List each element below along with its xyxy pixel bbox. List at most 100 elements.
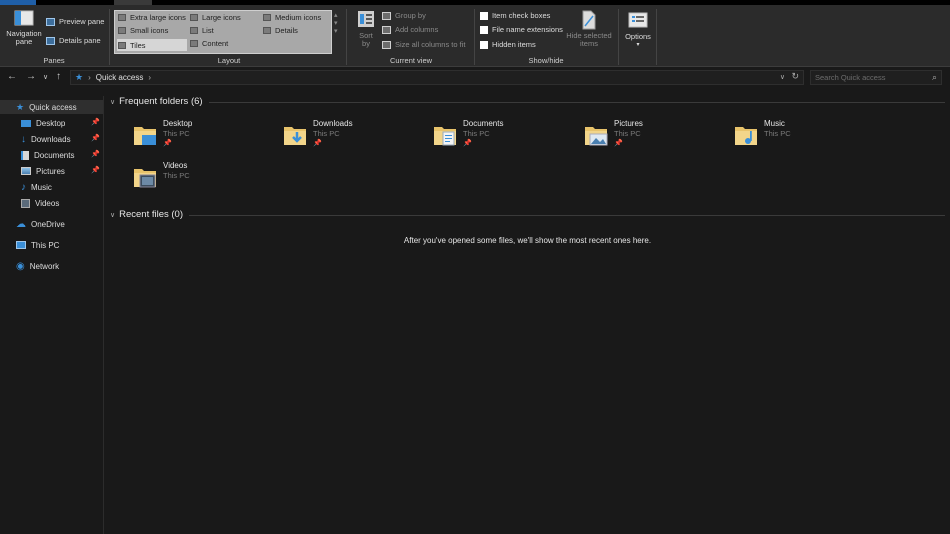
file-list-view: ∨ Frequent folders (6) Desktop This PC 📌… — [105, 86, 950, 534]
folder-location: This PC — [163, 171, 190, 180]
folder-tile-videos[interactable]: Videos This PC — [133, 161, 283, 201]
details-pane-label: Details pane — [59, 36, 101, 45]
breadcrumb-quick-access[interactable]: Quick access — [96, 73, 144, 82]
back-arrow-icon[interactable]: ← — [7, 71, 17, 82]
file-name-extensions-checkbox[interactable] — [480, 25, 488, 34]
sidebar-item-music[interactable]: ♪ Music — [21, 180, 104, 194]
breadcrumb-separator-icon[interactable]: › — [148, 73, 151, 82]
address-bar[interactable]: ★ › Quick access › ∨ ↻ — [70, 70, 804, 85]
sidebar-item-documents[interactable]: Documents 📌 — [21, 148, 104, 162]
current-view-group-label: Current view — [389, 56, 433, 65]
ribbon-separator — [109, 9, 110, 65]
hide-selected-items-button[interactable]: Hide selected items — [565, 10, 613, 48]
search-icon: ⌕ — [931, 72, 937, 82]
up-arrow-icon[interactable]: ↑ — [56, 71, 61, 82]
recent-locations-chevron-icon[interactable]: ∨ — [43, 73, 48, 81]
folder-location: This PC — [163, 129, 190, 138]
sidebar-item-network[interactable]: ◉ Network — [16, 259, 104, 273]
recent-files-empty-message: After you've opened some files, we'll sh… — [403, 236, 652, 245]
forward-arrow-icon[interactable]: → — [26, 71, 36, 82]
panes-group: Navigation pane Preview pane Details pan… — [0, 5, 108, 67]
preview-pane-label: Preview pane — [59, 17, 105, 26]
add-columns-icon — [382, 25, 391, 34]
videos-folder-icon — [134, 169, 156, 188]
folder-tile-documents[interactable]: Documents This PC 📌 — [433, 119, 583, 159]
frequent-folders-header[interactable]: ∨ Frequent folders (6) — [110, 96, 203, 107]
pictures-folder-icon — [585, 127, 608, 146]
group-by-button[interactable]: Group by — [382, 10, 426, 21]
sidebar-item-label: OneDrive — [31, 219, 65, 229]
size-columns-icon — [382, 40, 391, 49]
address-dropdown-icon[interactable]: ∨ — [780, 73, 785, 81]
options-button[interactable]: Options ▾ — [622, 12, 654, 49]
recent-files-title: Recent files (0) — [119, 209, 184, 220]
breadcrumb-separator-icon[interactable]: › — [88, 73, 91, 82]
collapse-chevron-icon[interactable]: ∨ — [110, 211, 115, 219]
documents-icon — [21, 150, 29, 160]
pin-icon: 📌 — [91, 151, 100, 158]
navigation-pane-button[interactable]: Navigation pane — [4, 10, 44, 46]
computer-icon — [16, 241, 26, 249]
folder-location: This PC — [614, 129, 641, 138]
collapse-chevron-icon[interactable]: ∨ — [110, 98, 115, 106]
folder-name: Music — [764, 119, 785, 128]
sidebar-item-videos[interactable]: Videos — [21, 196, 104, 210]
folder-tile-pictures[interactable]: Pictures This PC 📌 — [584, 119, 734, 159]
options-icon — [628, 12, 648, 28]
quick-access-star-icon: ★ — [75, 72, 84, 82]
sidebar-item-label: Network — [29, 261, 60, 271]
hide-selected-items-label: Hide selected items — [566, 31, 612, 48]
folder-name: Documents — [463, 119, 504, 128]
item-check-boxes-checkbox[interactable] — [480, 11, 488, 20]
group-by-label: Group by — [395, 11, 426, 20]
preview-pane-icon — [46, 17, 55, 26]
sidebar-item-desktop[interactable]: Desktop 📌 — [21, 116, 104, 130]
pictures-icon — [21, 167, 31, 175]
item-check-boxes-label: Item check boxes — [492, 11, 551, 20]
refresh-icon[interactable]: ↻ — [791, 71, 799, 82]
hidden-items-checkbox[interactable] — [480, 40, 488, 49]
file-name-extensions-toggle[interactable]: File name extensions — [480, 24, 563, 35]
folder-location: This PC — [764, 129, 791, 138]
add-columns-label: Add columns — [395, 25, 439, 34]
item-check-boxes-toggle[interactable]: Item check boxes — [480, 10, 550, 21]
layout-group-label: Layout — [217, 56, 241, 65]
network-icon: ◉ — [16, 260, 25, 272]
sidebar-item-this-pc[interactable]: This PC — [16, 238, 104, 252]
ribbon-separator — [474, 9, 475, 65]
size-all-columns-label: Size all columns to fit — [395, 40, 466, 49]
sidebar-item-label: Desktop — [36, 118, 66, 128]
preview-pane-button[interactable]: Preview pane — [46, 16, 104, 27]
layout-group: Layout — [114, 5, 344, 67]
sidebar-item-quick-access[interactable]: ★ Quick access — [0, 100, 103, 114]
folder-location: This PC — [463, 129, 490, 138]
add-columns-button[interactable]: Add columns — [382, 24, 438, 35]
size-all-columns-button[interactable]: Size all columns to fit — [382, 39, 465, 50]
ribbon-separator — [656, 9, 657, 65]
folder-name: Pictures — [614, 119, 643, 128]
ribbon-separator — [618, 9, 619, 65]
pin-icon: 📌 — [614, 140, 623, 147]
ribbon-separator — [346, 9, 347, 65]
pin-icon: 📌 — [91, 119, 100, 126]
sidebar-item-label: Pictures — [36, 166, 65, 176]
show-hide-group-label: Show/hide — [528, 56, 564, 65]
sidebar-item-downloads[interactable]: ↓ Downloads 📌 — [21, 132, 104, 146]
folder-tile-desktop[interactable]: Desktop This PC 📌 — [133, 119, 283, 159]
search-box[interactable]: Search Quick access ⌕ — [810, 70, 942, 85]
current-view-group: Sort by Group by Add columns Size all co… — [348, 5, 474, 67]
downloads-folder-icon — [284, 127, 306, 145]
sidebar-item-pictures[interactable]: Pictures 📌 — [21, 164, 104, 178]
folder-tile-music[interactable]: Music This PC — [734, 119, 884, 159]
pin-icon: 📌 — [91, 135, 100, 142]
sidebar-item-onedrive[interactable]: ☁ OneDrive — [16, 217, 104, 231]
pin-icon: 📌 — [91, 167, 100, 174]
sort-by-button[interactable]: Sort by — [353, 10, 379, 48]
recent-files-header[interactable]: ∨ Recent files (0) — [110, 209, 183, 220]
group-by-icon — [382, 11, 391, 20]
details-pane-button[interactable]: Details pane — [46, 35, 101, 46]
sort-by-label: Sort by — [359, 31, 373, 48]
folder-tile-downloads[interactable]: Downloads This PC 📌 — [283, 119, 433, 159]
desktop-folder-icon — [134, 127, 156, 145]
hidden-items-toggle[interactable]: Hidden items — [480, 39, 536, 50]
